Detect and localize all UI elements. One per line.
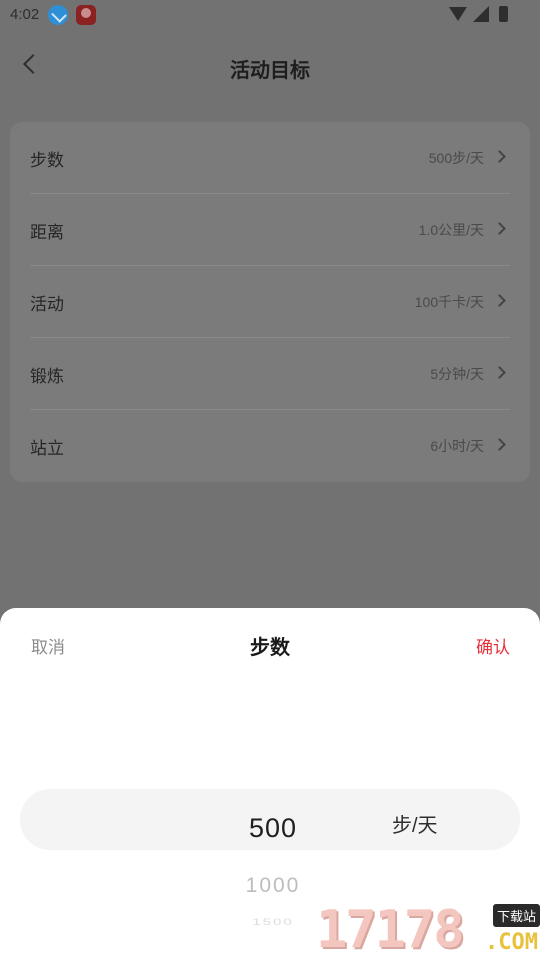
goal-label: 活动: [30, 295, 64, 314]
goals-list: 步数 500步/天 距离 1.0公里/天 活动 100千卡/天 锻炼 5分钟/天…: [10, 122, 530, 482]
goal-value: 1.0公里/天: [418, 222, 484, 238]
news-app-icon: [76, 5, 96, 25]
battery-icon: [499, 6, 508, 22]
goal-label: 距离: [30, 223, 64, 242]
chevron-right-icon: [493, 294, 506, 307]
chevron-right-icon: [493, 150, 506, 163]
signal-icon: [473, 6, 489, 22]
download-icon: [48, 5, 68, 25]
site-watermark: 17178 下载站 .COM: [316, 900, 540, 960]
chevron-right-icon: [493, 366, 506, 379]
goal-row-distance[interactable]: 距离 1.0公里/天: [30, 194, 510, 266]
picker-selected-value[interactable]: 500: [0, 813, 540, 844]
goal-row-exercise[interactable]: 锻炼 5分钟/天: [30, 338, 510, 410]
sheet-title: 步数: [250, 637, 290, 659]
status-indicators: [449, 6, 508, 22]
goal-value: 5分钟/天: [430, 366, 484, 382]
status-bar: 4:02: [0, 0, 540, 32]
goal-row-steps[interactable]: 步数 500步/天: [30, 122, 510, 194]
page-title: 活动目标: [230, 60, 310, 82]
goal-value: 6小时/天: [430, 438, 484, 454]
nav-bar: 活动目标: [0, 40, 540, 92]
picker-option[interactable]: 1000: [0, 874, 540, 898]
picker-unit: 步/天: [392, 815, 438, 837]
chevron-right-icon: [493, 222, 506, 235]
goal-label: 步数: [30, 151, 64, 170]
confirm-button[interactable]: 确认: [476, 633, 510, 658]
goal-value: 500步/天: [428, 150, 484, 166]
goal-row-stand[interactable]: 站立 6小时/天: [30, 410, 510, 482]
goal-value: 100千卡/天: [414, 294, 484, 310]
watermark-digits: 17178: [316, 900, 465, 960]
chevron-right-icon: [493, 438, 506, 451]
goal-label: 锻炼: [30, 367, 64, 386]
watermark-suffix: .COM: [485, 930, 538, 955]
wifi-icon: [449, 7, 467, 21]
goal-label: 站立: [30, 439, 64, 458]
goal-row-activity[interactable]: 活动 100千卡/天: [30, 266, 510, 338]
status-time: 4:02: [10, 6, 40, 23]
watermark-badge: 下载站: [492, 904, 540, 927]
